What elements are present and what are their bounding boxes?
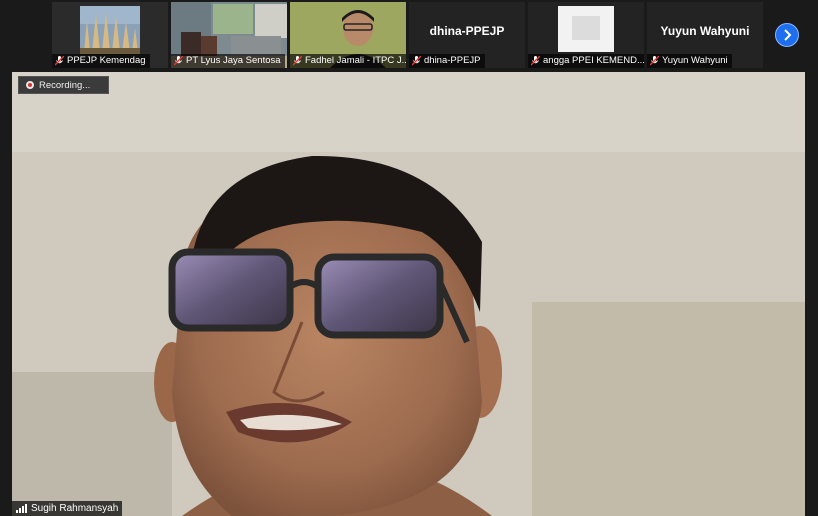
recording-indicator[interactable]: Recording... — [18, 76, 109, 94]
signal-bars-icon — [16, 504, 27, 513]
participant-label: Fadhel Jamali - ITPC J... — [290, 54, 406, 68]
participant-tile-4[interactable]: dhina-PPEJP dhina-PPEJP — [409, 2, 525, 68]
record-dot-icon — [26, 81, 34, 89]
mic-muted-icon — [531, 56, 540, 66]
mic-muted-icon — [650, 56, 659, 66]
participant-display-name: dhina-PPEJP — [429, 24, 505, 38]
mic-muted-icon — [412, 56, 421, 66]
mic-muted-icon — [55, 56, 64, 66]
participant-tile-1[interactable]: PPEJP Kemendag — [52, 2, 168, 68]
participant-label: angga PPEI KEMEND... — [528, 54, 644, 68]
chevron-right-icon — [784, 29, 792, 41]
mic-muted-icon — [293, 56, 302, 66]
participant-tile-2[interactable]: PT Lyus Jaya Sentosa — [171, 2, 287, 68]
next-page-button[interactable] — [775, 23, 799, 47]
participant-label: Yuyun Wahyuni — [647, 54, 732, 68]
active-speaker-video[interactable] — [12, 72, 805, 516]
participant-label: PPEJP Kemendag — [52, 54, 150, 68]
participant-tile-5[interactable]: angga PPEI KEMEND... — [528, 2, 644, 68]
participant-label: PT Lyus Jaya Sentosa — [171, 54, 285, 68]
participant-tile-6[interactable]: Yuyun Wahyuni Yuyun Wahyuni — [647, 2, 763, 68]
speaker-video-frame — [12, 72, 805, 516]
participant-tile-3[interactable]: Fadhel Jamali - ITPC J... — [290, 2, 406, 68]
mic-muted-icon — [174, 56, 183, 66]
active-speaker-label: Sugih Rahmansyah — [12, 501, 123, 516]
participant-display-name: Yuyun Wahyuni — [660, 24, 750, 38]
participant-label: dhina-PPEJP — [409, 54, 485, 68]
participant-gallery-strip: PPEJP Kemendag PT Lyus Jaya Sentosa Fadh… — [0, 0, 818, 70]
